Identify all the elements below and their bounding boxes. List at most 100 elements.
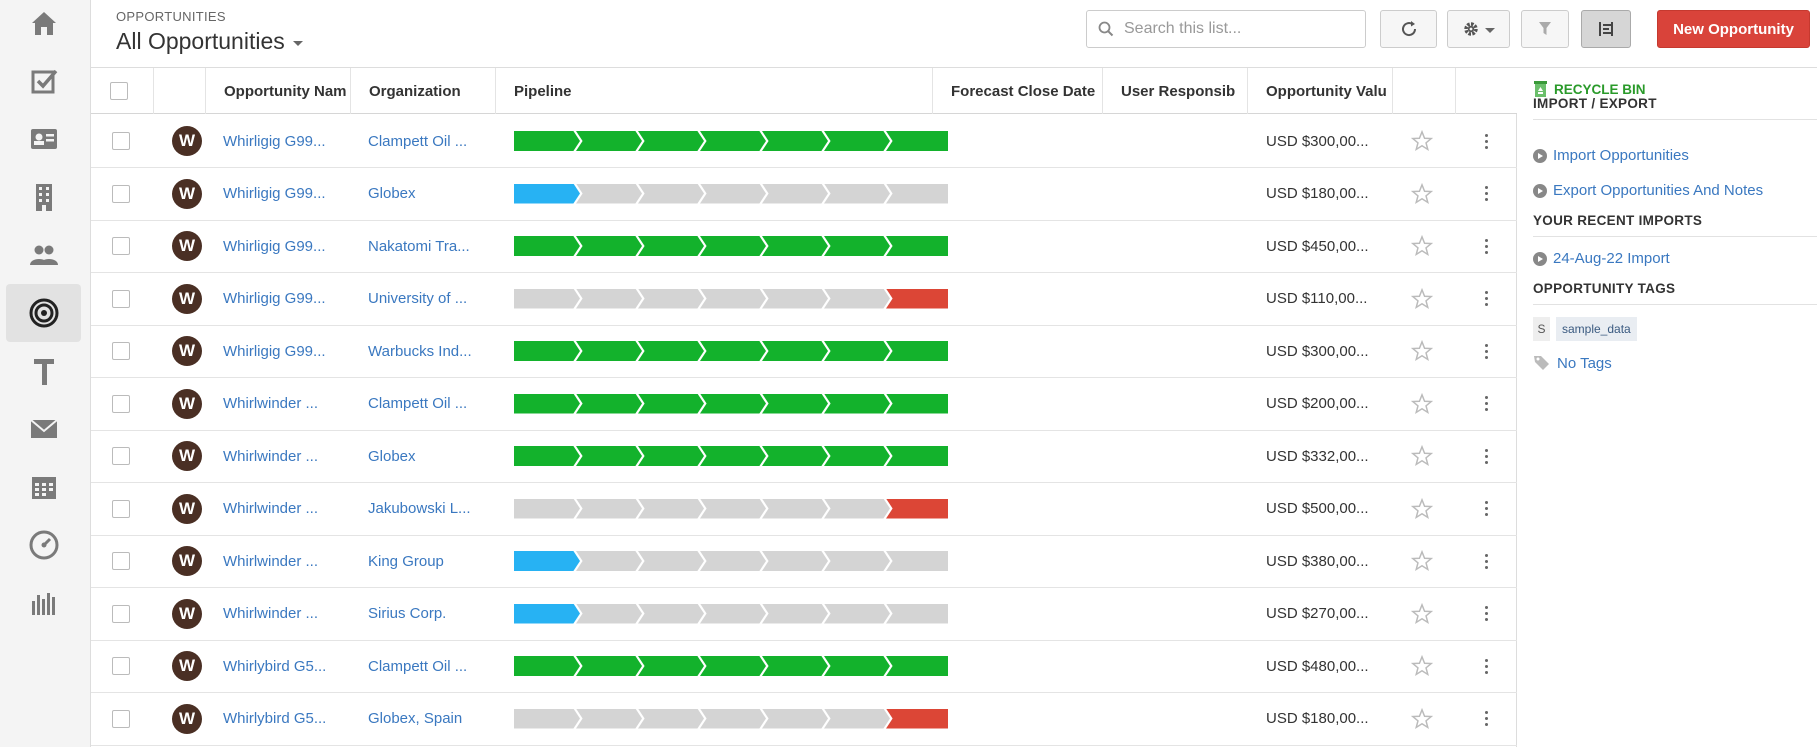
pipeline-stage[interactable] [762, 656, 828, 676]
organization-link[interactable]: King Group [368, 553, 444, 570]
pipeline-stage[interactable] [576, 236, 642, 256]
table-row[interactable]: W Whirlybird G5... Globex, Spain USD $180,0… [91, 693, 1517, 746]
star-icon[interactable] [1411, 707, 1433, 730]
organization-link[interactable]: Warbucks Ind... [368, 343, 472, 360]
pipeline-stage[interactable] [762, 551, 828, 571]
new-opportunity-button[interactable]: New Opportunity [1657, 10, 1810, 48]
row-checkbox[interactable] [112, 709, 130, 728]
pipeline-stage[interactable] [514, 236, 580, 256]
pipeline-stage[interactable] [514, 446, 580, 466]
pipeline-stage[interactable] [700, 236, 766, 256]
opportunity-name-link[interactable]: Whirligig G99... [223, 238, 326, 255]
pipeline-stage[interactable] [700, 393, 766, 414]
opportunity-name-link[interactable]: Whirlwinder ... [223, 448, 318, 465]
pipeline-stage[interactable] [638, 131, 704, 151]
refresh-button[interactable] [1380, 10, 1437, 48]
pipeline-stage[interactable] [886, 393, 948, 414]
pipeline-stage[interactable] [700, 708, 766, 729]
pipeline-bar[interactable] [514, 603, 948, 624]
column-header-name[interactable]: Opportunity Nam [206, 68, 351, 114]
organization-link[interactable]: Globex, Spain [368, 710, 462, 727]
home-icon[interactable] [6, 0, 81, 52]
search-box[interactable] [1086, 10, 1366, 48]
no-tags-link[interactable]: No Tags [1533, 354, 1612, 372]
pipeline-stage[interactable] [762, 131, 828, 151]
tasks-icon[interactable] [6, 52, 81, 110]
pipeline-stage[interactable] [638, 236, 704, 256]
star-icon[interactable] [1411, 182, 1433, 205]
pipeline-stage[interactable] [824, 708, 890, 729]
pipeline-bar[interactable] [514, 656, 948, 676]
organization-link[interactable]: Clampett Oil ... [368, 658, 467, 675]
pipeline-stage[interactable] [576, 341, 642, 361]
import-opportunities-label[interactable]: Import Opportunities [1553, 147, 1689, 164]
pipeline-stage[interactable] [700, 498, 766, 519]
column-header-user-responsible[interactable]: User Responsib [1103, 68, 1248, 114]
pipeline-stage[interactable] [762, 341, 828, 361]
pipeline-stage[interactable] [514, 498, 580, 519]
sidebar-toggle-button[interactable] [1581, 10, 1631, 48]
more-actions-icon[interactable] [1485, 658, 1488, 674]
reports-icon[interactable] [6, 574, 81, 632]
select-all-checkbox[interactable] [110, 82, 128, 100]
table-row[interactable]: W Whirlwinder ... Sirius Corp. USD $270,00.… [91, 588, 1517, 641]
pipeline-stage[interactable] [824, 341, 890, 361]
pipeline-stage[interactable] [638, 288, 704, 309]
table-row[interactable]: W Whirligig G99... Clampett Oil ... USD $30… [91, 115, 1517, 168]
pipeline-stage[interactable] [638, 603, 704, 624]
pipeline-bar[interactable] [514, 498, 948, 519]
pipeline-stage[interactable] [700, 551, 766, 571]
pipeline-stage[interactable] [886, 551, 948, 571]
pipeline-stage[interactable] [576, 183, 642, 204]
more-actions-icon[interactable] [1485, 448, 1488, 464]
tag-chip[interactable]: S sample_data [1533, 317, 1637, 341]
pipeline-stage[interactable] [700, 288, 766, 309]
row-checkbox[interactable] [112, 184, 130, 203]
organization-link[interactable]: Jakubowski L... [368, 500, 471, 517]
opportunity-name-link[interactable]: Whirligig G99... [223, 290, 326, 307]
pipeline-stage[interactable] [762, 603, 828, 624]
breadcrumb[interactable]: OPPORTUNITIES [116, 9, 226, 24]
pipeline-bar[interactable] [514, 341, 948, 361]
more-actions-icon[interactable] [1485, 553, 1488, 569]
pipeline-stage[interactable] [762, 236, 828, 256]
more-actions-icon[interactable] [1485, 133, 1488, 149]
opportunity-name-link[interactable]: Whirlybird G5... [223, 658, 326, 675]
star-icon[interactable] [1411, 235, 1433, 257]
pipeline-stage[interactable] [700, 183, 766, 204]
pipeline-stage[interactable] [824, 446, 890, 466]
row-checkbox[interactable] [112, 552, 130, 570]
organization-link[interactable]: Clampett Oil ... [368, 133, 467, 150]
opportunity-name-link[interactable]: Whirlwinder ... [223, 553, 318, 570]
pipeline-stage[interactable] [576, 131, 642, 151]
pipeline-stage[interactable] [824, 131, 890, 151]
pipeline-bar[interactable] [514, 236, 948, 256]
pipeline-stage[interactable] [638, 341, 704, 361]
opportunity-name-link[interactable]: Whirligig G99... [223, 185, 326, 202]
pipeline-stage[interactable] [576, 288, 642, 309]
pipeline-stage[interactable] [824, 393, 890, 414]
dashboard-icon[interactable] [6, 516, 81, 574]
email-icon[interactable] [6, 400, 81, 458]
pipeline-stage[interactable] [700, 603, 766, 624]
more-actions-icon[interactable] [1485, 186, 1488, 201]
pipeline-stage[interactable] [576, 708, 642, 729]
star-icon[interactable] [1411, 130, 1433, 152]
table-row[interactable]: W Whirligig G99... University of ... USD $1… [91, 273, 1517, 326]
pipeline-bar[interactable] [514, 551, 948, 571]
star-icon[interactable] [1411, 340, 1433, 362]
organization-link[interactable]: Globex [368, 185, 416, 202]
pipeline-stage[interactable] [824, 551, 890, 571]
row-checkbox[interactable] [112, 132, 130, 150]
pipeline-stage[interactable] [638, 498, 704, 519]
table-row[interactable]: W Whirlwinder ... Jakubowski L... USD $500,… [91, 483, 1517, 536]
pipeline-stage[interactable] [762, 708, 828, 729]
row-checkbox[interactable] [112, 237, 130, 255]
tag-name[interactable]: sample_data [1556, 317, 1637, 341]
column-header-pipeline[interactable]: Pipeline [496, 68, 933, 114]
pipeline-bar[interactable] [514, 288, 948, 309]
table-row[interactable]: W Whirlybird G5... Clampett Oil ... USD $48… [91, 640, 1517, 693]
pipeline-stage[interactable] [576, 393, 642, 414]
pipeline-stage[interactable] [824, 603, 890, 624]
more-actions-icon[interactable] [1485, 238, 1488, 254]
